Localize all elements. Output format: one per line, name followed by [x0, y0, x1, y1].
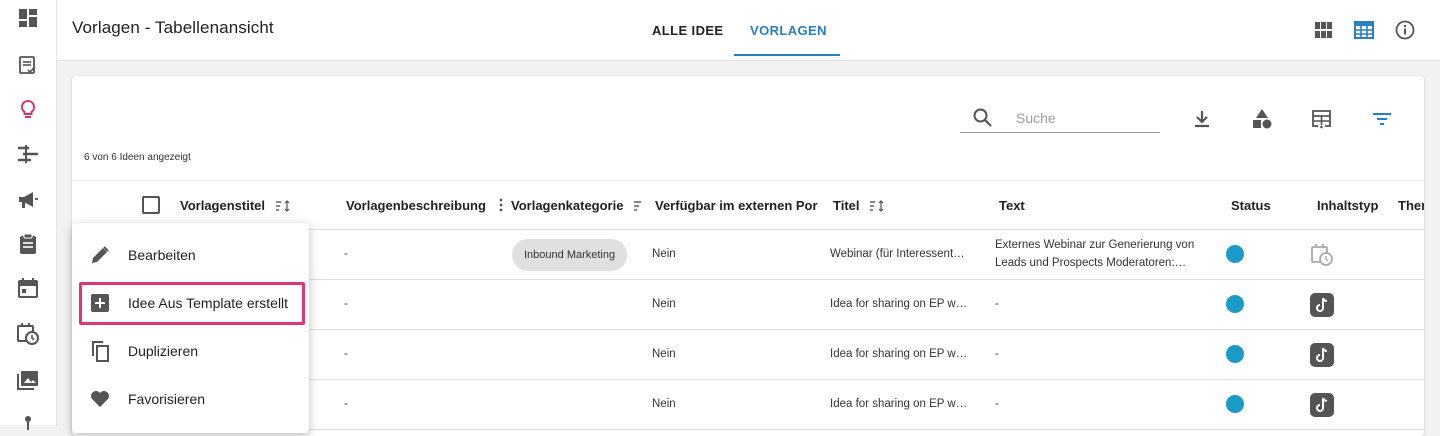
highlight-box	[79, 282, 305, 325]
shapes-icon[interactable]	[1250, 107, 1274, 131]
result-count: 6 von 6 Ideen angezeigt	[84, 152, 191, 163]
sidebar	[0, 0, 57, 430]
sort-icon[interactable]	[869, 200, 885, 212]
tab-all-ideas[interactable]: ALLE IDEE	[652, 23, 724, 38]
megaphone-icon[interactable]	[16, 188, 40, 212]
sort-icon[interactable]	[633, 200, 643, 212]
sort-icon[interactable]	[275, 200, 291, 212]
cell-text-line1: Externes Webinar zur Generierung von	[995, 239, 1195, 251]
column-header-label: Vorlagenstitel	[180, 198, 266, 213]
row-context-menu: Bearbeiten Idee Aus Template erstellt Du…	[72, 223, 309, 433]
cell-title: Idea for sharing on EP w…	[830, 398, 968, 410]
cell-text: -	[995, 298, 999, 310]
column-header-content-type[interactable]: Inhaltstyp	[1317, 198, 1378, 213]
select-all-checkbox[interactable]	[142, 196, 160, 214]
menu-item-duplicate[interactable]: Duplizieren	[72, 329, 309, 373]
dashboard-icon[interactable]	[16, 6, 40, 30]
menu-item-edit[interactable]: Bearbeiten	[72, 233, 309, 277]
page-title: Vorlagen - Tabellenansicht	[72, 18, 274, 37]
column-header-theme[interactable]: Ther	[1398, 198, 1424, 213]
filter-icon[interactable]	[1370, 107, 1394, 131]
calendar-clock-icon	[1311, 244, 1333, 266]
cell-title: Idea for sharing on EP w…	[830, 298, 968, 310]
pencil-icon	[88, 243, 112, 267]
column-header-external-portal[interactable]: Verfügbar im externen Por	[655, 198, 824, 213]
grid-view-icon[interactable]	[1312, 18, 1336, 42]
cell-external: Nein	[652, 348, 676, 360]
search-input[interactable]	[1016, 108, 1156, 128]
top-bar: Vorlagen - Tabellenansicht ALLE IDEE VOR…	[57, 0, 1440, 61]
cell-description: -	[344, 248, 348, 260]
info-icon[interactable]	[1393, 18, 1417, 42]
copy-icon	[88, 339, 112, 363]
calendar-icon[interactable]	[16, 276, 40, 300]
cell-external: Nein	[652, 398, 676, 410]
tiktok-icon	[1310, 343, 1334, 367]
status-dot	[1226, 245, 1244, 263]
tiktok-icon	[1310, 293, 1334, 317]
cell-text: -	[995, 398, 999, 410]
column-header-title[interactable]: Titel	[833, 198, 885, 213]
column-header-label: Vorlagenkategorie	[511, 198, 624, 213]
heart-icon	[88, 387, 112, 411]
photo-library-icon[interactable]	[16, 368, 40, 392]
status-dot	[1226, 295, 1244, 313]
status-dot	[1226, 345, 1244, 363]
cell-description: -	[344, 298, 348, 310]
lightbulb-icon[interactable]	[16, 98, 40, 122]
cell-description: -	[344, 398, 348, 410]
cell-external: Nein	[652, 248, 676, 260]
tab-templates[interactable]: VORLAGEN	[750, 23, 827, 38]
cell-title: Webinar (für Interessent…	[830, 248, 965, 260]
column-header-status[interactable]: Status	[1231, 198, 1271, 213]
column-header-text[interactable]: Text	[999, 198, 1025, 213]
status-dot	[1226, 395, 1244, 413]
column-header-label: Vorlagenbeschreibung	[346, 198, 486, 213]
cell-text-line2: Leads und Prospects Moderatoren:…	[995, 257, 1187, 269]
task-list-icon[interactable]	[16, 53, 40, 77]
column-menu-icon[interactable]	[498, 198, 504, 212]
cell-external: Nein	[652, 298, 676, 310]
menu-item-label: Favorisieren	[128, 391, 206, 407]
column-header-template-description[interactable]: Vorlagenbeschreibung	[346, 198, 504, 213]
column-header-template-category[interactable]: Vorlagenkategorie	[511, 198, 648, 213]
cell-description: -	[344, 348, 348, 360]
active-tab-indicator	[734, 54, 840, 56]
menu-item-favorite[interactable]: Favorisieren	[72, 377, 309, 421]
download-icon[interactable]	[1190, 107, 1214, 131]
search-icon	[973, 108, 992, 127]
cell-title: Idea for sharing on EP w…	[830, 348, 968, 360]
pin-icon[interactable]	[16, 410, 40, 434]
tiktok-icon	[1310, 393, 1334, 417]
timeline-icon[interactable]	[16, 142, 40, 166]
table-view-icon[interactable]	[1352, 18, 1376, 42]
search-box[interactable]	[960, 106, 1160, 133]
column-header-template-title[interactable]: Vorlagenstitel	[180, 198, 291, 213]
column-header-label: Titel	[833, 198, 860, 213]
calendar-clock-icon[interactable]	[16, 322, 40, 346]
clipboard-icon[interactable]	[16, 232, 40, 256]
category-chip: Inbound Marketing	[512, 239, 628, 271]
menu-item-label: Bearbeiten	[128, 247, 196, 263]
menu-item-label: Duplizieren	[128, 343, 199, 359]
table-columns-icon[interactable]	[1310, 107, 1334, 131]
cell-text: -	[995, 348, 999, 360]
